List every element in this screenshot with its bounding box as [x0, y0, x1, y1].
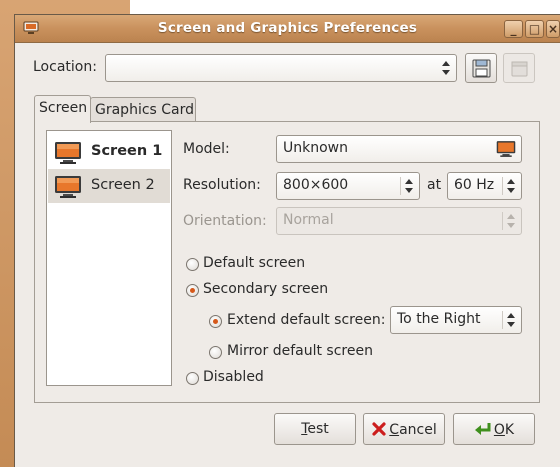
- list-item-screen-2[interactable]: Screen 2: [48, 169, 170, 203]
- secondary-screen-label[interactable]: Secondary screen: [203, 281, 328, 297]
- combo-arrows-icon: [507, 214, 515, 228]
- titlebar[interactable]: Screen and Graphics Preferences _ □ ×: [15, 15, 560, 43]
- resolution-value: 800×600: [283, 177, 349, 193]
- maximize-button[interactable]: □: [525, 20, 544, 38]
- default-screen-label[interactable]: Default screen: [203, 255, 305, 271]
- extend-direction-value: To the Right: [397, 311, 481, 327]
- location-label: Location:: [33, 59, 97, 75]
- disabled-radio[interactable]: [186, 372, 199, 385]
- model-combo[interactable]: Unknown: [276, 135, 522, 163]
- monitor-icon: [496, 141, 516, 157]
- resolution-combo[interactable]: 800×600: [276, 172, 420, 200]
- cancel-label-rest: ancel: [399, 422, 437, 438]
- save-location-button[interactable]: [465, 53, 497, 83]
- screen-list[interactable]: Screen 1 Screen 2: [46, 130, 172, 386]
- ok-arrow-icon: [474, 423, 491, 435]
- disabled-label[interactable]: Disabled: [203, 369, 264, 385]
- model-value: Unknown: [283, 140, 348, 156]
- refresh-rate-value: 60 Hz: [454, 177, 495, 193]
- extend-direction-combo[interactable]: To the Right: [390, 306, 522, 334]
- at-label: at: [427, 177, 442, 193]
- background-desktop-strip: [130, 0, 560, 14]
- combo-separator: [400, 177, 401, 195]
- close-button[interactable]: ×: [546, 20, 560, 38]
- combo-arrows-icon: [507, 313, 515, 327]
- monitor-icon: [55, 176, 81, 198]
- cancel-button[interactable]: Cancel: [363, 413, 445, 445]
- window-title: Screen and Graphics Preferences: [157, 20, 418, 36]
- orientation-combo[interactable]: Normal: [276, 207, 522, 235]
- screen-2-label: Screen 2: [91, 177, 155, 193]
- save-icon: [472, 59, 491, 78]
- list-item-screen-1[interactable]: Screen 1: [48, 135, 170, 169]
- default-screen-radio[interactable]: [186, 258, 199, 271]
- orientation-label: Orientation:: [183, 213, 267, 229]
- mirror-default-screen-radio[interactable]: [209, 346, 222, 359]
- test-label-rest: est: [307, 421, 329, 437]
- combo-separator: [502, 177, 503, 195]
- combo-arrows-icon: [507, 179, 515, 193]
- resolution-label: Resolution:: [183, 177, 261, 193]
- minimize-button[interactable]: _: [504, 20, 523, 38]
- model-label: Model:: [183, 141, 230, 157]
- extend-default-screen-label[interactable]: Extend default screen:: [227, 312, 385, 328]
- tab-graphics-card[interactable]: Graphics Card: [90, 97, 196, 123]
- delete-icon: [511, 61, 528, 77]
- location-combo[interactable]: [105, 54, 457, 82]
- combo-arrows-icon: [405, 179, 413, 193]
- combo-arrows-icon: [442, 61, 450, 75]
- screen-1-label: Screen 1: [91, 143, 163, 159]
- ok-button[interactable]: OK: [453, 413, 535, 445]
- extend-default-screen-radio[interactable]: [209, 315, 222, 328]
- cancel-icon: [372, 422, 386, 436]
- ok-label-rest: K: [504, 422, 515, 438]
- refresh-rate-combo[interactable]: 60 Hz: [447, 172, 522, 200]
- mirror-default-screen-label[interactable]: Mirror default screen: [227, 343, 373, 359]
- delete-location-button[interactable]: [503, 53, 535, 83]
- combo-separator: [502, 212, 503, 230]
- combo-separator: [502, 311, 503, 329]
- orientation-value: Normal: [283, 212, 334, 228]
- test-button[interactable]: Test: [274, 413, 356, 445]
- monitor-icon: [55, 142, 81, 164]
- secondary-screen-radio[interactable]: [186, 284, 199, 297]
- cancel-mnemonic: C: [389, 422, 400, 438]
- tab-screen[interactable]: Screen: [34, 95, 91, 123]
- ok-mnemonic: O: [493, 422, 505, 438]
